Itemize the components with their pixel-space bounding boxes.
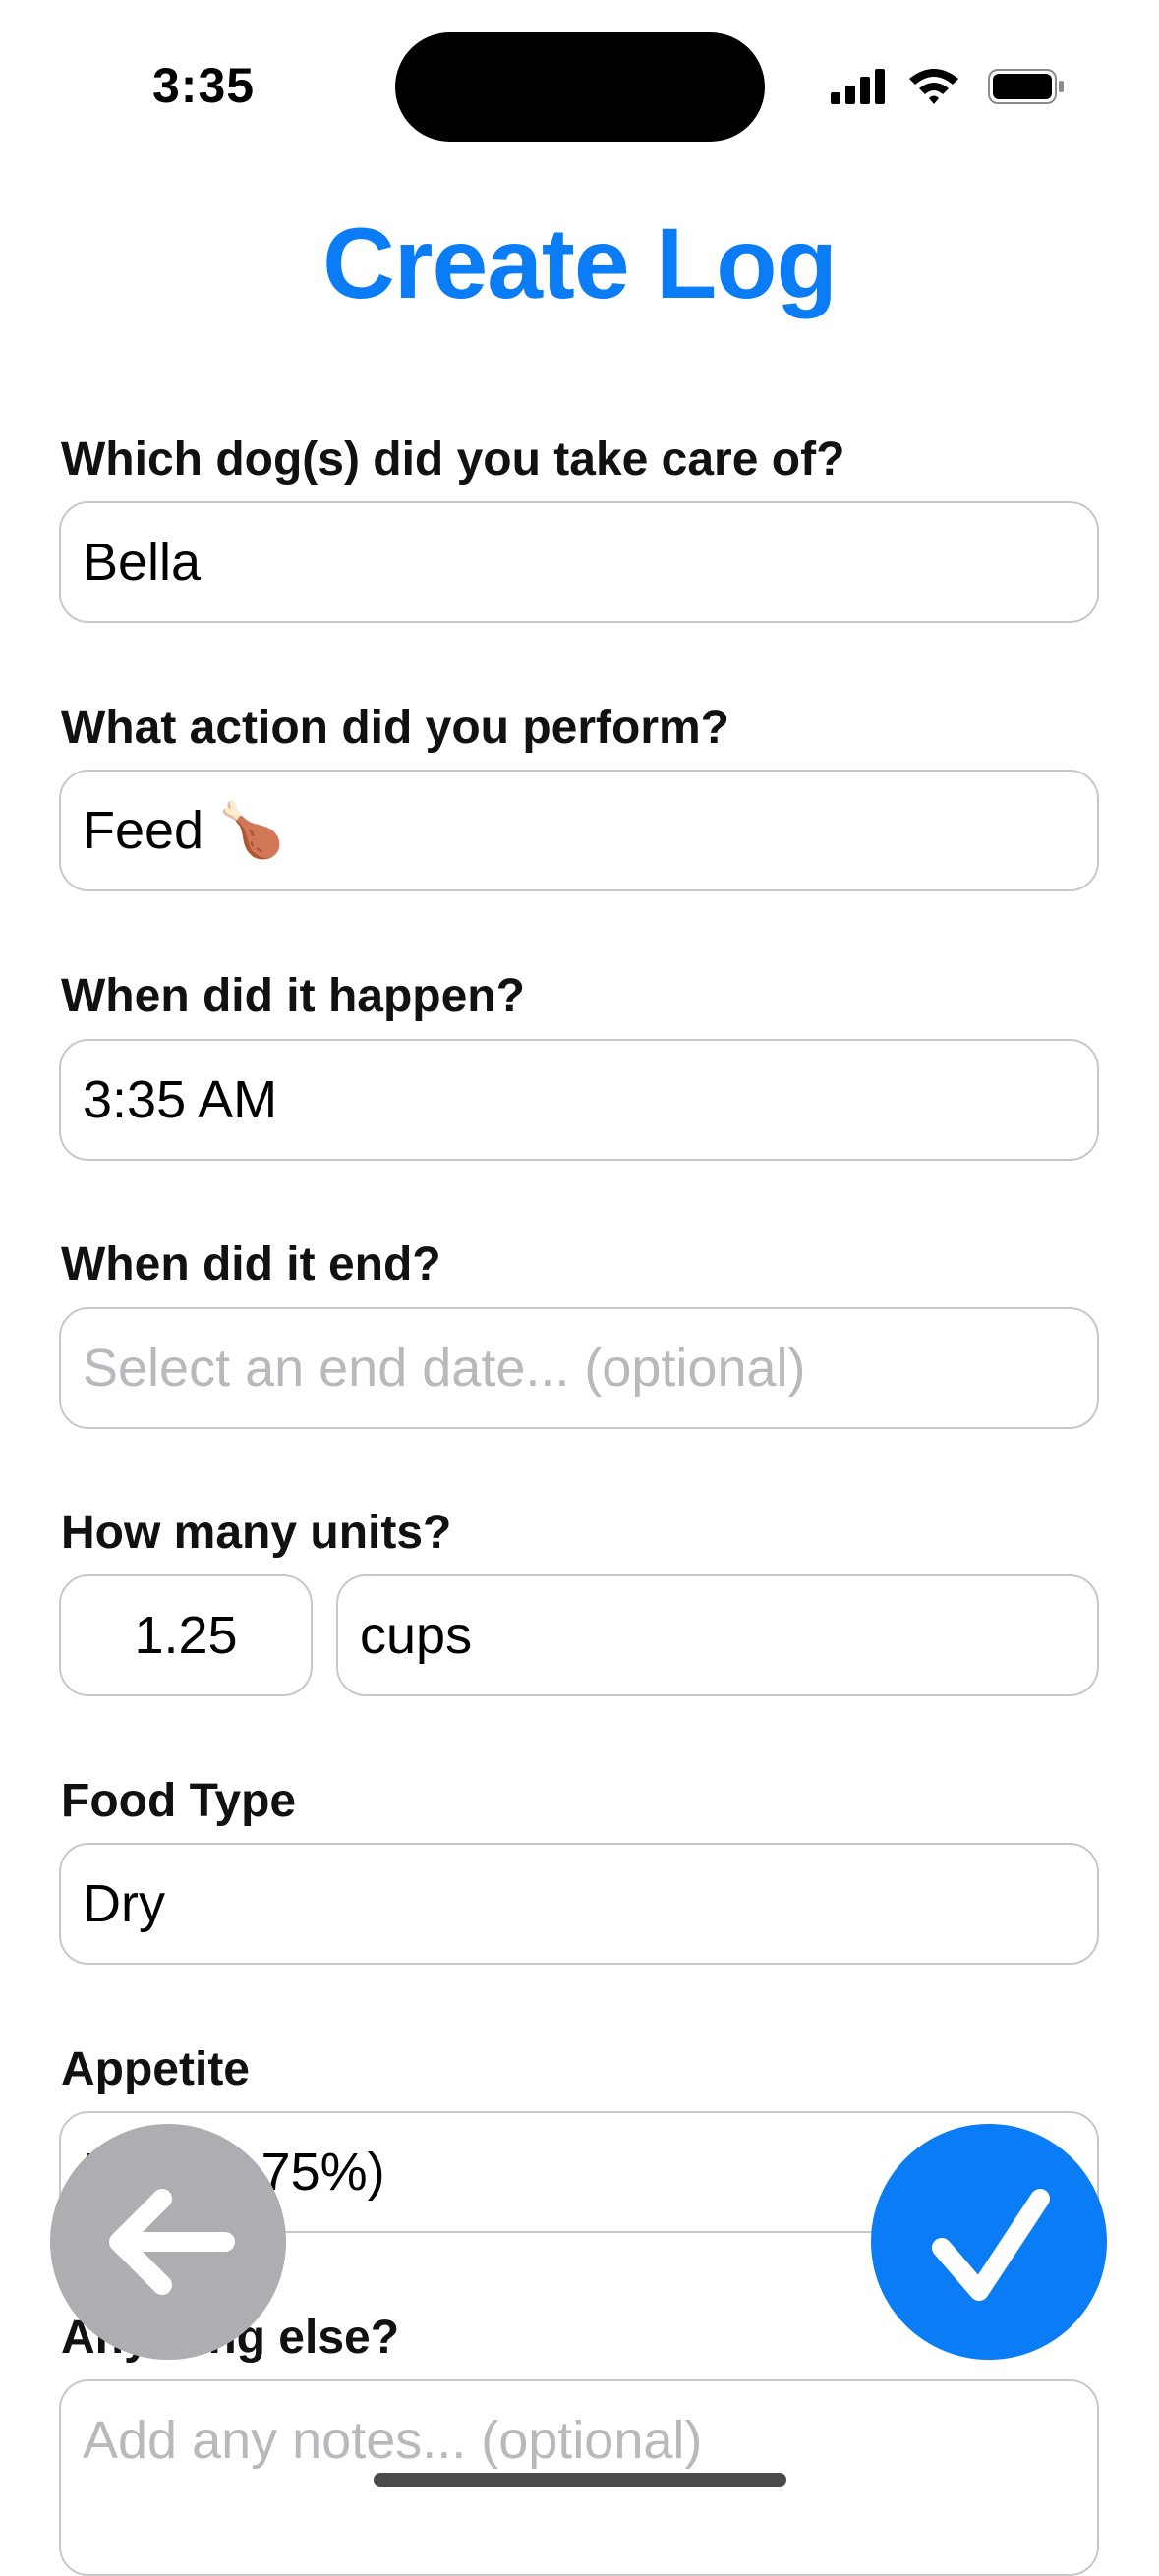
checkmark-icon bbox=[932, 2189, 1050, 2301]
wifi-icon bbox=[909, 69, 958, 104]
arrow-left-icon bbox=[109, 2189, 235, 2295]
confirm-button[interactable] bbox=[871, 2124, 1107, 2360]
cellular-signal-icon bbox=[831, 69, 885, 104]
food-type-label: Food Type bbox=[61, 1775, 297, 1827]
dynamic-island bbox=[395, 32, 765, 142]
action-label: What action did you perform? bbox=[61, 702, 729, 754]
status-bar: 3:35 bbox=[0, 0, 1159, 147]
units-label: How many units? bbox=[61, 1507, 452, 1559]
end-time-label: When did it end? bbox=[61, 1238, 441, 1290]
start-time-field[interactable]: 3:35 AM bbox=[59, 1039, 1099, 1161]
end-time-field[interactable]: Select an end date... (optional) bbox=[59, 1307, 1099, 1429]
start-time-label: When did it happen? bbox=[61, 970, 525, 1022]
dogs-label: Which dog(s) did you take care of? bbox=[61, 433, 845, 486]
units-amount-field[interactable]: 1.25 bbox=[59, 1574, 313, 1696]
action-field[interactable]: Feed 🍗 bbox=[59, 770, 1099, 891]
battery-icon bbox=[988, 69, 1064, 104]
home-indicator bbox=[374, 2473, 786, 2487]
back-button[interactable] bbox=[50, 2124, 286, 2360]
food-type-field[interactable]: Dry bbox=[59, 1843, 1099, 1965]
page-title: Create Log bbox=[322, 207, 838, 319]
dogs-field[interactable]: Bella bbox=[59, 501, 1099, 623]
status-time: 3:35 bbox=[152, 58, 256, 113]
status-icons bbox=[831, 69, 1064, 104]
units-type-field[interactable]: cups bbox=[336, 1574, 1099, 1696]
appetite-label: Appetite bbox=[61, 2043, 250, 2095]
